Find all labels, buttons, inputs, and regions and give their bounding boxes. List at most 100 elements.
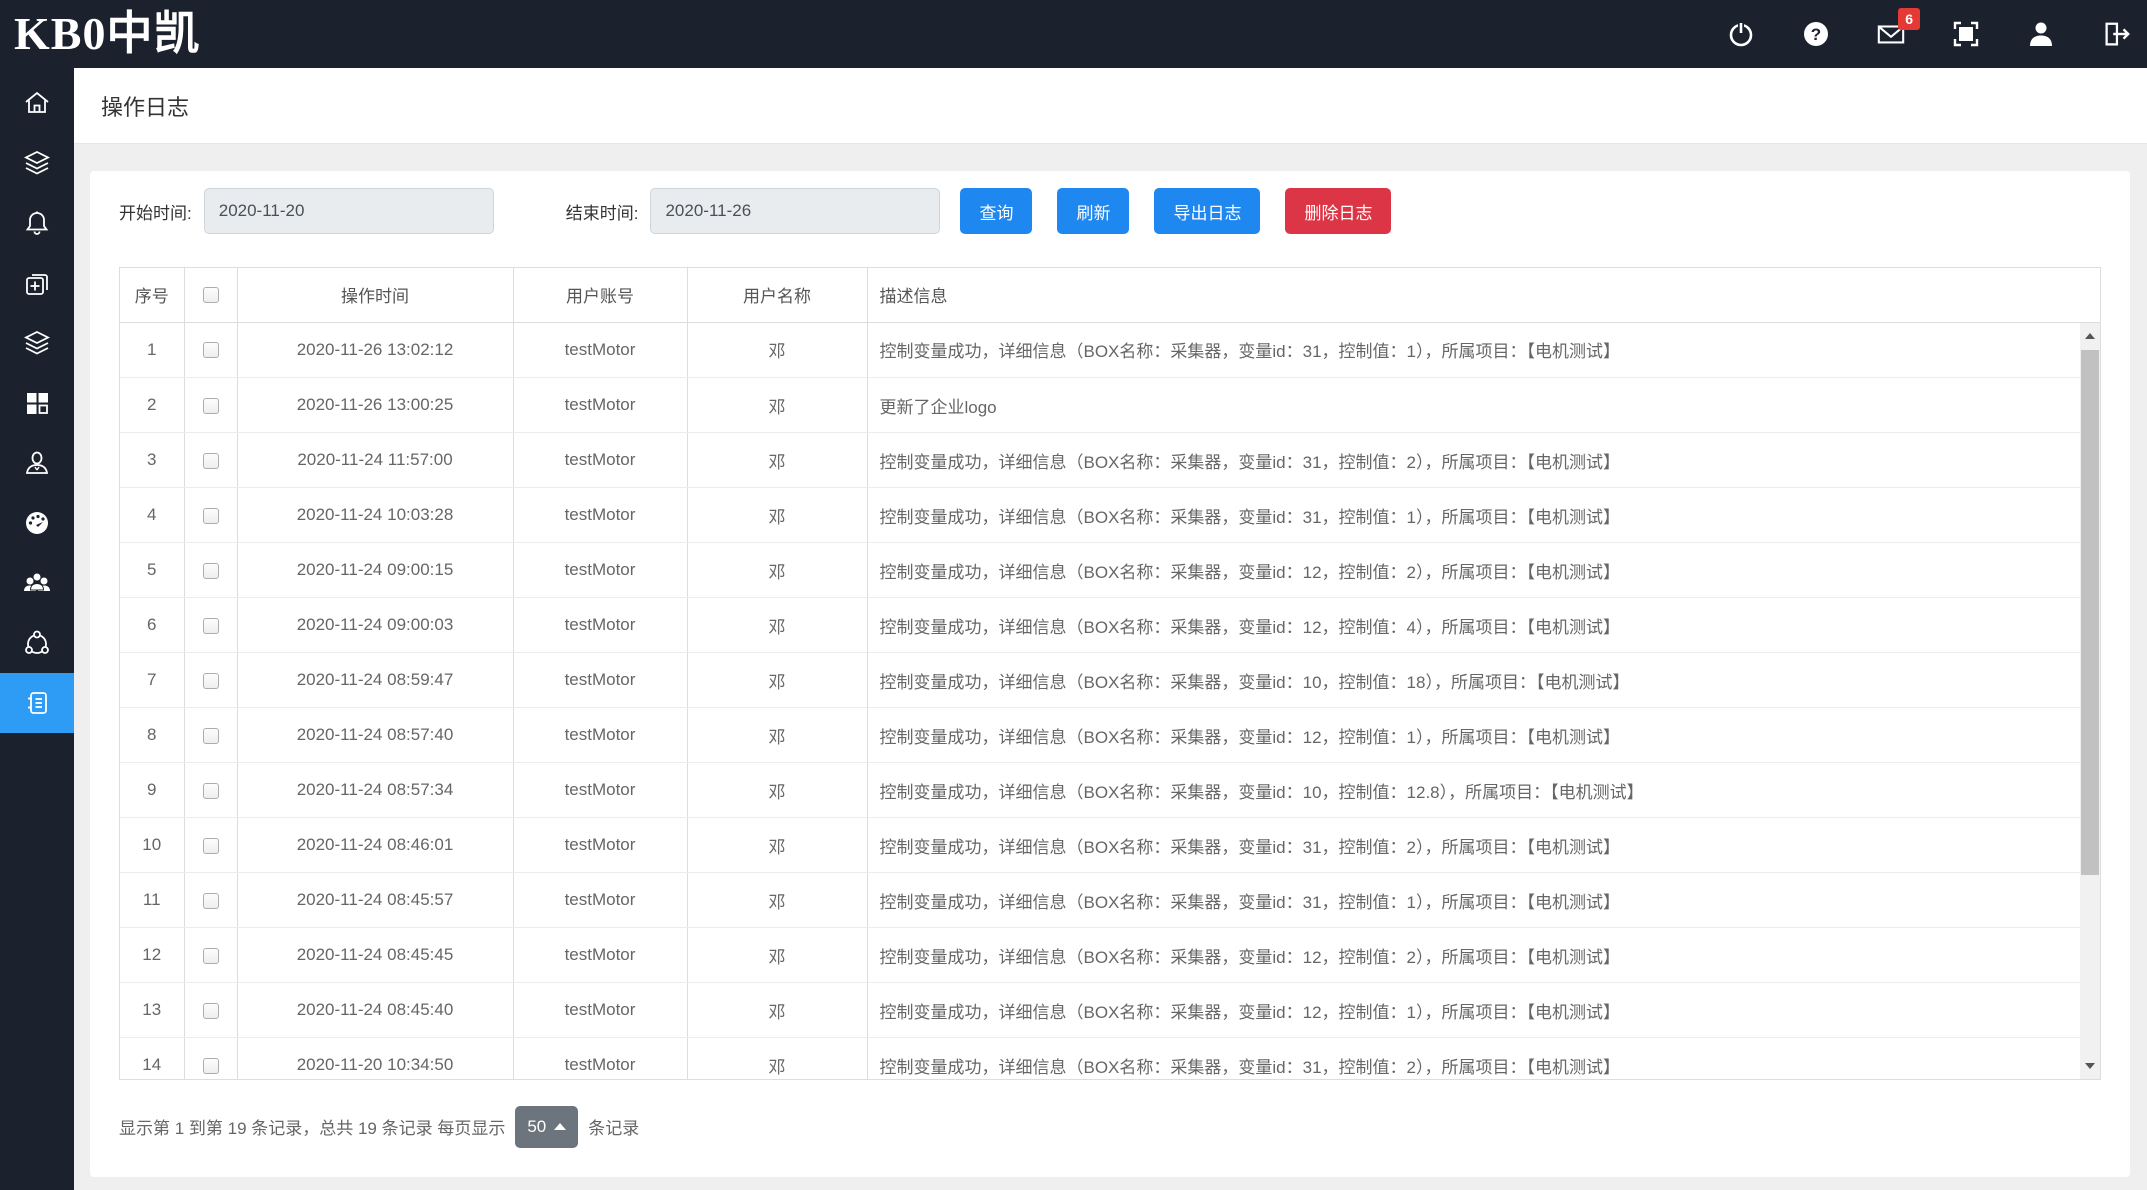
row-time: 2020-11-24 08:45:40 — [237, 983, 513, 1038]
scroll-up-arrow-icon[interactable] — [2080, 323, 2100, 349]
table-row: 32020-11-24 11:57:00testMotor邓控制变量成功，详细信… — [120, 433, 2080, 488]
table-row: 42020-11-24 10:03:28testMotor邓控制变量成功，详细信… — [120, 488, 2080, 543]
gauge-icon — [23, 509, 51, 537]
table-row: 142020-11-20 10:34:50testMotor邓控制变量成功，详细… — [120, 1038, 2080, 1079]
row-checkbox[interactable] — [203, 1058, 219, 1074]
row-account: testMotor — [513, 543, 687, 598]
sidebar-item-users[interactable] — [0, 553, 74, 613]
row-checkbox[interactable] — [203, 893, 219, 909]
col-account: 用户账号 — [513, 268, 687, 322]
row-checkbox[interactable] — [203, 948, 219, 964]
row-index: 3 — [120, 433, 184, 488]
pagination-suffix: 条记录 — [588, 1114, 639, 1139]
row-checkbox[interactable] — [203, 728, 219, 744]
row-select — [184, 598, 237, 653]
start-time-input[interactable] — [204, 188, 494, 234]
sidebar-item-home[interactable] — [0, 73, 74, 133]
row-desc: 控制变量成功，详细信息（BOX名称：采集器，变量id：12，控制值：4），所属项… — [867, 598, 2080, 653]
row-name: 邓 — [687, 653, 867, 708]
table-vertical-scrollbar[interactable] — [2080, 323, 2100, 1079]
table-row: 112020-11-24 08:45:57testMotor邓控制变量成功，详细… — [120, 873, 2080, 928]
row-select — [184, 928, 237, 983]
sidebar-item-layers[interactable] — [0, 133, 74, 193]
row-index: 5 — [120, 543, 184, 598]
help-icon[interactable]: ? — [1801, 19, 1831, 49]
sidebar-item-stack[interactable] — [0, 313, 74, 373]
fullscreen-icon[interactable] — [1951, 19, 1981, 49]
filter-bar: 开始时间: 结束时间: 查询 刷新 导出日志 删除日志 — [119, 188, 2101, 234]
user-icon[interactable] — [2026, 19, 2056, 49]
row-checkbox[interactable] — [203, 1003, 219, 1019]
row-checkbox[interactable] — [203, 618, 219, 634]
export-logs-button[interactable]: 导出日志 — [1154, 188, 1260, 234]
row-checkbox[interactable] — [203, 508, 219, 524]
power-icon[interactable] — [1726, 19, 1756, 49]
row-name: 邓 — [687, 378, 867, 433]
table-row: 72020-11-24 08:59:47testMotor邓控制变量成功，详细信… — [120, 653, 2080, 708]
row-account: testMotor — [513, 488, 687, 543]
row-desc: 控制变量成功，详细信息（BOX名称：采集器，变量id：12，控制值：2），所属项… — [867, 928, 2080, 983]
row-index: 11 — [120, 873, 184, 928]
row-name: 邓 — [687, 598, 867, 653]
log-table-header: 序号 操作时间 用户账号 用户名称 描述信息 — [120, 268, 2100, 323]
col-select — [184, 268, 237, 322]
end-time-input[interactable] — [650, 188, 940, 234]
users-icon — [22, 569, 52, 597]
sidebar-item-account[interactable] — [0, 433, 74, 493]
row-time: 2020-11-24 08:57:40 — [237, 708, 513, 763]
row-desc: 控制变量成功，详细信息（BOX名称：采集器，变量id：31，控制值：2），所属项… — [867, 1038, 2080, 1079]
row-time: 2020-11-26 13:00:25 — [237, 378, 513, 433]
select-all-checkbox[interactable] — [203, 287, 219, 303]
table-row: 12020-11-26 13:02:12testMotor邓控制变量成功，详细信… — [120, 323, 2080, 378]
row-checkbox[interactable] — [203, 838, 219, 854]
sidebar-item-add-box[interactable] — [0, 253, 74, 313]
row-time: 2020-11-24 09:00:03 — [237, 598, 513, 653]
row-checkbox[interactable] — [203, 342, 219, 358]
row-select — [184, 653, 237, 708]
row-desc: 控制变量成功，详细信息（BOX名称：采集器，变量id：31，控制值：2），所属项… — [867, 433, 2080, 488]
home-icon — [23, 89, 51, 117]
row-checkbox[interactable] — [203, 673, 219, 689]
row-select — [184, 378, 237, 433]
row-checkbox[interactable] — [203, 453, 219, 469]
row-account: testMotor — [513, 708, 687, 763]
sidebar-item-network[interactable] — [0, 613, 74, 673]
row-select — [184, 433, 237, 488]
col-time: 操作时间 — [237, 268, 513, 322]
sidebar-item-operation-log[interactable] — [0, 673, 74, 733]
stack-icon — [23, 329, 51, 357]
row-name: 邓 — [687, 323, 867, 378]
mail-icon[interactable]: 6 — [1876, 19, 1906, 49]
col-desc: 描述信息 — [867, 268, 2100, 322]
row-checkbox[interactable] — [203, 783, 219, 799]
row-index: 14 — [120, 1038, 184, 1079]
page-size-dropdown[interactable]: 50 — [515, 1106, 578, 1148]
query-button[interactable]: 查询 — [960, 188, 1032, 234]
row-name: 邓 — [687, 983, 867, 1038]
row-checkbox[interactable] — [203, 563, 219, 579]
log-table-body: 12020-11-26 13:02:12testMotor邓控制变量成功，详细信… — [120, 323, 2100, 1079]
table-row: 92020-11-24 08:57:34testMotor邓控制变量成功，详细信… — [120, 763, 2080, 818]
sidebar-item-alarms[interactable] — [0, 193, 74, 253]
row-select — [184, 1038, 237, 1079]
log-card: 开始时间: 结束时间: 查询 刷新 导出日志 删除日志 序号 操作时间 — [90, 171, 2130, 1177]
add-box-icon — [23, 269, 51, 297]
delete-logs-button[interactable]: 删除日志 — [1285, 188, 1391, 234]
app-logo[interactable]: KB0中凯 — [0, 0, 200, 68]
row-checkbox[interactable] — [203, 398, 219, 414]
scroll-down-arrow-icon[interactable] — [2080, 1053, 2100, 1079]
pagination-bar: 显示第 1 到第 19 条记录，总共 19 条记录 每页显示 50 条记录 — [119, 1106, 2101, 1148]
row-name: 邓 — [687, 873, 867, 928]
sidebar-item-dashboard[interactable] — [0, 493, 74, 553]
row-name: 邓 — [687, 928, 867, 983]
scrollbar-thumb[interactable] — [2081, 350, 2099, 875]
logout-icon[interactable] — [2101, 19, 2131, 49]
row-time: 2020-11-24 08:46:01 — [237, 818, 513, 873]
row-account: testMotor — [513, 928, 687, 983]
row-account: testMotor — [513, 873, 687, 928]
svg-text:?: ? — [1811, 25, 1821, 44]
refresh-button[interactable]: 刷新 — [1057, 188, 1129, 234]
sidebar-item-apps[interactable] — [0, 373, 74, 433]
row-name: 邓 — [687, 1038, 867, 1079]
row-desc: 控制变量成功，详细信息（BOX名称：采集器，变量id：12，控制值：1），所属项… — [867, 708, 2080, 763]
